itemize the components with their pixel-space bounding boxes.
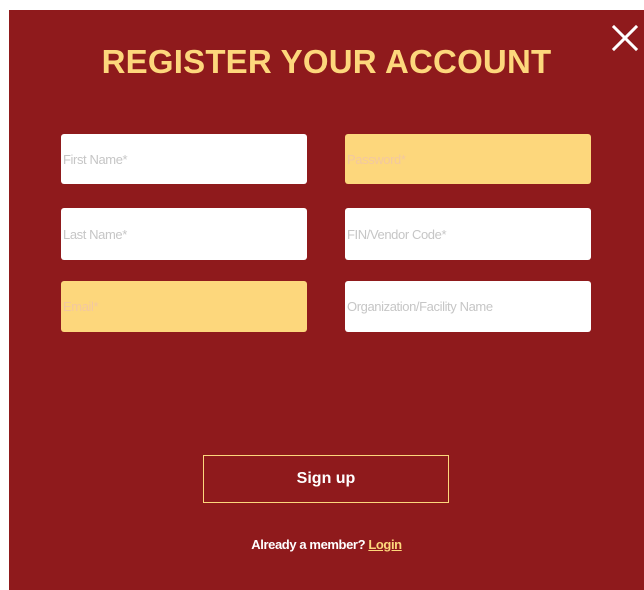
last-name-field[interactable] — [61, 208, 307, 260]
login-prompt: Already a member? Login — [9, 536, 644, 554]
register-modal: REGISTER YOUR ACCOUNT Sign up Already a … — [9, 10, 644, 590]
email-field[interactable] — [61, 281, 307, 332]
fin-vendor-code-field[interactable] — [345, 208, 591, 260]
password-field[interactable] — [345, 134, 591, 184]
login-prompt-text: Already a member? — [251, 537, 369, 552]
first-name-field[interactable] — [61, 134, 307, 184]
modal-title: REGISTER YOUR ACCOUNT — [101, 43, 552, 80]
login-link[interactable]: Login — [368, 537, 402, 552]
signup-button[interactable]: Sign up — [203, 455, 449, 503]
organization-field[interactable] — [345, 281, 591, 332]
